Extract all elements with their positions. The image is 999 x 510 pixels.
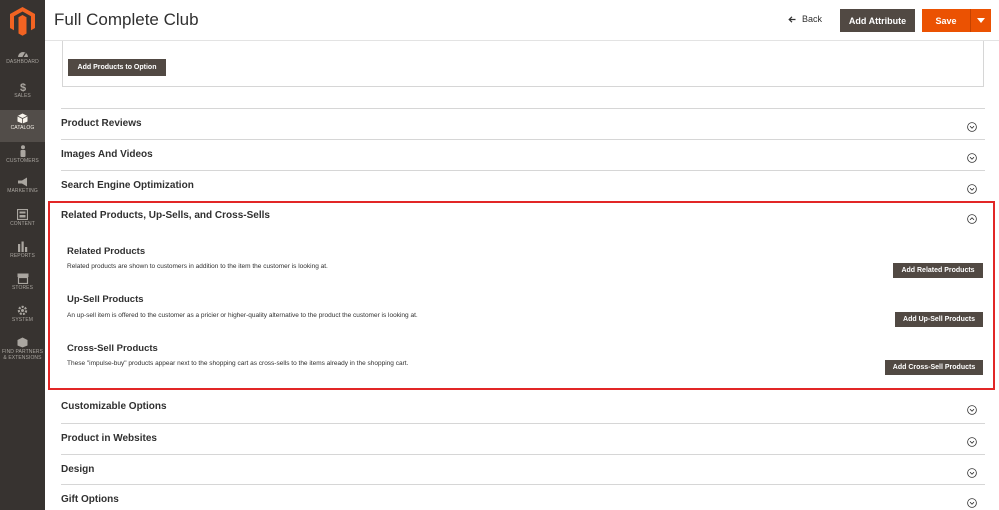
chevron-down-icon <box>967 153 977 163</box>
magento-logo-icon[interactable] <box>8 6 37 36</box>
section-title: Product in Websites <box>61 433 157 444</box>
section-images-and-videos[interactable]: Images And Videos <box>61 139 985 170</box>
caret-down-icon <box>977 18 985 23</box>
nav-customers[interactable]: CUSTOMERS <box>0 142 45 174</box>
chevron-down-icon <box>967 437 977 447</box>
add-attribute-button[interactable]: Add Attribute <box>840 9 915 32</box>
nav-content[interactable]: CONTENT <box>0 206 45 238</box>
bar-chart-icon <box>18 241 28 252</box>
megaphone-icon <box>17 177 27 187</box>
chevron-down-icon <box>967 122 977 132</box>
content-icon <box>17 209 28 220</box>
nav-reports-label: REPORTS <box>10 253 35 259</box>
dashboard-icon <box>17 52 28 58</box>
section-gift-options[interactable]: Gift Options <box>61 484 985 510</box>
nav-content-label: CONTENT <box>10 221 35 227</box>
nav-reports[interactable]: REPORTS <box>0 238 45 270</box>
nav-sales[interactable]: $ SALES <box>0 78 45 110</box>
arrow-left-icon <box>788 15 796 23</box>
nav-system[interactable]: SYSTEM <box>0 302 45 334</box>
bundle-option-panel <box>62 41 984 87</box>
box-icon <box>17 337 28 348</box>
admin-sidebar: DASHBOARD $ SALES CATALOG CUSTOMERS MARK… <box>0 0 45 510</box>
save-options-toggle[interactable] <box>970 9 991 32</box>
highlight-annotation-box <box>48 201 995 390</box>
back-button[interactable]: Back <box>788 14 822 24</box>
chevron-down-icon <box>967 405 977 415</box>
nav-marketing[interactable]: MARKETING <box>0 174 45 206</box>
section-design[interactable]: Design <box>61 454 985 484</box>
nav-marketing-label: MARKETING <box>7 188 38 194</box>
section-title: Design <box>61 464 95 475</box>
chevron-down-icon <box>967 184 977 194</box>
section-title: Product Reviews <box>61 118 142 129</box>
section-title: Gift Options <box>61 494 119 505</box>
nav-catalog[interactable]: CATALOG <box>0 110 45 142</box>
gear-icon <box>17 305 28 316</box>
nav-find-partners-label-2: & EXTENSIONS <box>3 355 42 361</box>
back-label: Back <box>802 14 823 24</box>
section-title: Customizable Options <box>61 401 167 412</box>
svg-text:$: $ <box>19 82 25 92</box>
nav-stores-label: STORES <box>11 285 34 291</box>
add-products-to-option-button[interactable]: Add Products to Option <box>68 59 166 76</box>
person-icon <box>20 145 25 157</box>
section-seo[interactable]: Search Engine Optimization <box>61 170 985 201</box>
section-product-in-websites[interactable]: Product in Websites <box>61 423 985 454</box>
nav-catalog-label: CATALOG <box>10 125 35 131</box>
nav-stores[interactable]: STORES <box>0 270 45 302</box>
section-customizable-options[interactable]: Customizable Options <box>61 392 985 423</box>
section-product-reviews[interactable]: Product Reviews <box>61 108 985 139</box>
storefront-icon <box>17 273 28 284</box>
page-title: Full Complete Club <box>54 10 199 29</box>
nav-customers-label: CUSTOMERS <box>6 158 39 164</box>
cube-icon <box>17 113 28 124</box>
nav-find-partners[interactable]: FIND PARTNERS & EXTENSIONS <box>0 334 45 370</box>
nav-sales-label: SALES <box>14 93 31 99</box>
chevron-down-icon <box>967 468 977 478</box>
nav-system-label: SYSTEM <box>11 317 34 323</box>
nav-dashboard-label: DASHBOARD <box>6 59 39 65</box>
section-title: Search Engine Optimization <box>61 180 194 191</box>
section-title: Images And Videos <box>61 149 153 160</box>
dollar-icon: $ <box>19 82 25 92</box>
save-button[interactable]: Save <box>922 9 970 32</box>
nav-dashboard[interactable]: DASHBOARD <box>0 45 45 77</box>
chevron-down-icon <box>967 498 977 508</box>
